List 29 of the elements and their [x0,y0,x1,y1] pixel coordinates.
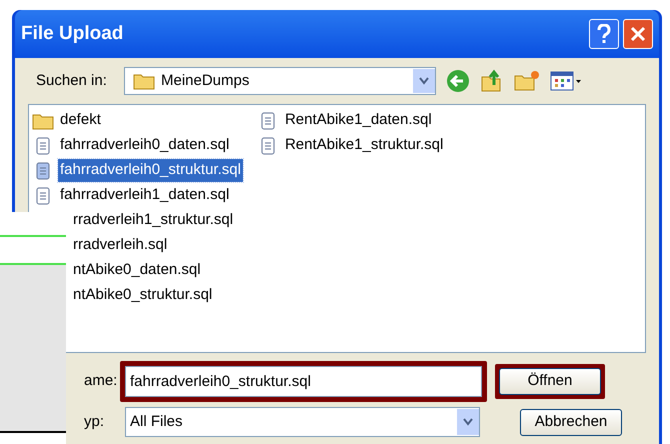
folder-item[interactable]: defekt [58,109,103,132]
question-mark-icon [597,24,611,44]
file-item[interactable]: fahrradverleih0_struktur.sql [58,159,243,182]
file-item[interactable]: fahrradverleih1_daten.sql [58,184,232,207]
close-icon [630,26,646,42]
look-in-label: Suchen in: [35,70,108,91]
file-name-field[interactable]: fahrradverleih0_struktur.sql [125,366,482,396]
folder-icon [133,72,155,90]
new-folder-icon[interactable] [514,70,540,92]
close-button[interactable] [623,19,653,49]
file-item[interactable]: ntAbike0_struktur.sql [71,284,214,307]
file-name-label: ame: [83,370,118,391]
file-type-value: All Files [130,412,184,432]
file-item[interactable]: fahrradverleih0_daten.sql [58,134,232,157]
help-button[interactable] [589,19,619,49]
window-title: File Upload [21,22,124,46]
open-button[interactable]: Öffnen [499,368,601,394]
file-item[interactable]: rradverleih1_struktur.sql [71,209,236,232]
view-menu-icon[interactable] [550,70,582,92]
back-icon[interactable] [446,69,470,93]
file-type-label: yp: [83,412,106,432]
cancel-button[interactable]: Abbrechen [520,408,622,436]
folder-name: MeineDumps [161,70,250,91]
folder-dropdown[interactable]: MeineDumps [124,67,436,95]
file-type-dropdown[interactable]: All Files [125,407,480,437]
file-item[interactable]: rradverleih.sql [71,234,170,257]
file-item[interactable]: ntAbike0_daten.sql [71,259,203,282]
file-item[interactable]: RentAbike1_daten.sql [282,109,434,132]
file-item[interactable]: RentAbike1_struktur.sql [282,134,446,157]
